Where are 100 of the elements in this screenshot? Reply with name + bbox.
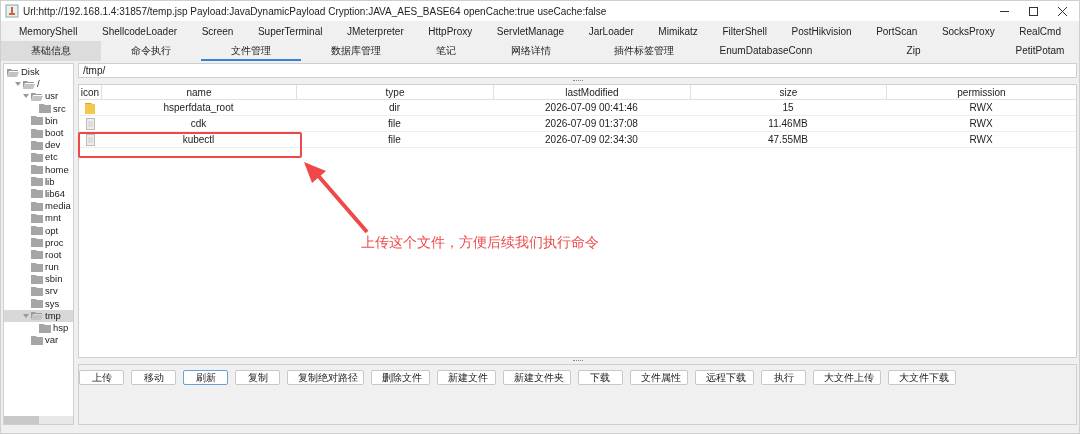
plugin-tab[interactable]: JarLoader [588,23,634,39]
folder-icon [31,335,43,345]
folder-icon [31,177,43,187]
table-cell-text: file [388,117,401,131]
toolbar-button[interactable]: 大文件上传 [813,370,882,385]
plugin-tab[interactable]: SuperTerminal [257,23,323,39]
table-cell-text: 2026-07-09 02:34:30 [545,133,638,147]
toolbar-button[interactable]: 远程下载 [695,370,755,385]
open-folder-icon [31,91,43,101]
plugin-tab[interactable]: Mimikatz [658,23,698,39]
tree-item[interactable]: etc [4,151,73,164]
open-folder-icon [31,311,43,321]
column-header[interactable]: permission [886,85,1076,100]
tree-item[interactable]: sbin [4,273,73,286]
toolbar-button[interactable]: 大文件下载 [888,370,956,385]
plugin-tab[interactable]: ShellcodeLoader [101,23,178,39]
path-field[interactable]: /tmp/ [78,63,1077,78]
app-icon [5,4,19,18]
tree-item[interactable]: src [4,102,73,115]
expanded-triangle-icon[interactable] [23,312,29,319]
folder-icon [85,101,95,114]
table-cell-text: hsperfdata_root [163,101,234,115]
tree-item[interactable]: tmp [4,309,73,322]
toolbar-button[interactable]: 执行 [761,370,807,385]
tree-item[interactable]: lib64 [4,187,73,201]
tab[interactable]: 基础信息 [1,41,101,61]
open-folder-icon [7,67,19,77]
column-header[interactable]: lastModified [493,85,690,100]
tree-item[interactable]: media [4,200,73,213]
plugin-tab[interactable]: FilterShell [722,23,767,39]
tree-item[interactable]: mnt [4,212,73,225]
tree-item[interactable]: boot [4,126,73,140]
splitter-handle[interactable] [572,80,583,82]
plugin-tab[interactable]: ServletManage [496,23,565,39]
table-cell-text: dir [388,101,401,115]
folder-icon [31,226,43,236]
column-header[interactable]: size [690,85,886,100]
folder-icon [31,201,43,211]
tree-item[interactable]: home [4,163,73,176]
toolbar-button[interactable]: 删除文件 [371,370,430,385]
folder-icon [31,189,43,199]
plugin-tab[interactable]: SocksProxy [941,23,995,39]
table-cell-text: 11.46MB [768,117,808,131]
table-cell-text: 2026-07-09 00:41:46 [545,101,638,115]
folder-icon [31,238,43,248]
tree-item[interactable]: var [4,334,73,347]
toolbar-button[interactable]: 下载 [577,370,623,385]
toolbar-button[interactable]: 上传 [79,370,124,385]
tree-item[interactable]: proc [4,236,73,249]
toolbar-button[interactable]: 新建文件夹 [502,370,571,385]
folder-icon [31,152,43,162]
tree-item[interactable]: lib [4,175,73,188]
table-cell-text: RWX [969,133,993,147]
table-cell-text: 2026-07-09 01:37:08 [545,117,638,131]
plugin-tab[interactable]: MemoryShell [19,23,78,39]
plugin-tab[interactable]: Screen [201,23,234,39]
plugin-tab[interactable]: PortScan [876,23,918,39]
window-title: Url:http://192.168.1.4:31857/temp.jsp Payload:JavaDynamicPayload Cryption:JAVA_AES_BASE64 openCache:true useCache:false [23,4,607,19]
column-header[interactable]: type [296,85,493,100]
plugin-tab[interactable]: HttpProxy [428,23,473,39]
folder-icon [31,213,43,223]
toolbar-button[interactable]: 文件属性 [629,370,689,385]
tree-item[interactable]: srv [4,285,73,298]
table-cell-text: cdk [190,117,207,131]
tree-item[interactable]: / [4,78,73,91]
tree-item[interactable]: usr [4,90,73,103]
column-header[interactable]: name [101,85,296,100]
table-cell-text: RWX [969,117,993,131]
tree-item[interactable]: run [4,261,73,274]
tree-item[interactable]: root [4,248,73,261]
folder-icon [31,116,43,126]
splitter-handle[interactable] [572,360,583,362]
tree-item[interactable]: hsp [4,321,73,335]
toolbar-button[interactable]: 移动 [131,370,176,385]
tree-item[interactable]: sys [4,297,73,310]
table-cell-text: kubectl [182,133,215,147]
horizontal-scrollbar[interactable] [4,416,73,424]
toolbar-button[interactable]: 刷新 [183,370,228,385]
open-folder-icon [23,79,35,89]
folder-icon [31,262,43,272]
tree-item[interactable]: Disk [4,66,73,79]
folder-icon [31,165,43,175]
maximize-icon[interactable] [1029,6,1038,16]
toolbar-button[interactable]: 复制绝对路径 [287,370,365,385]
plugin-tab[interactable]: JMeterpreter [347,23,404,39]
folder-icon [31,128,43,138]
plugin-tab[interactable]: RealCmd [1019,23,1061,39]
tree-item[interactable]: opt [4,224,73,237]
table-cell-text: 15 [782,101,794,115]
folder-icon [31,274,43,284]
folder-icon [31,140,43,150]
tree-item[interactable]: bin [4,114,73,127]
plugin-tab[interactable]: PostHikvision [791,23,852,39]
column-header[interactable]: icon [79,85,101,100]
table-cell-text: file [388,133,401,147]
toolbar-button[interactable]: 复制 [235,370,280,385]
close-icon[interactable] [1058,6,1067,16]
table-cell-text: 47.55MB [768,133,808,147]
toolbar-button[interactable]: 新建文件 [436,370,496,385]
tree-item[interactable]: dev [4,139,73,152]
